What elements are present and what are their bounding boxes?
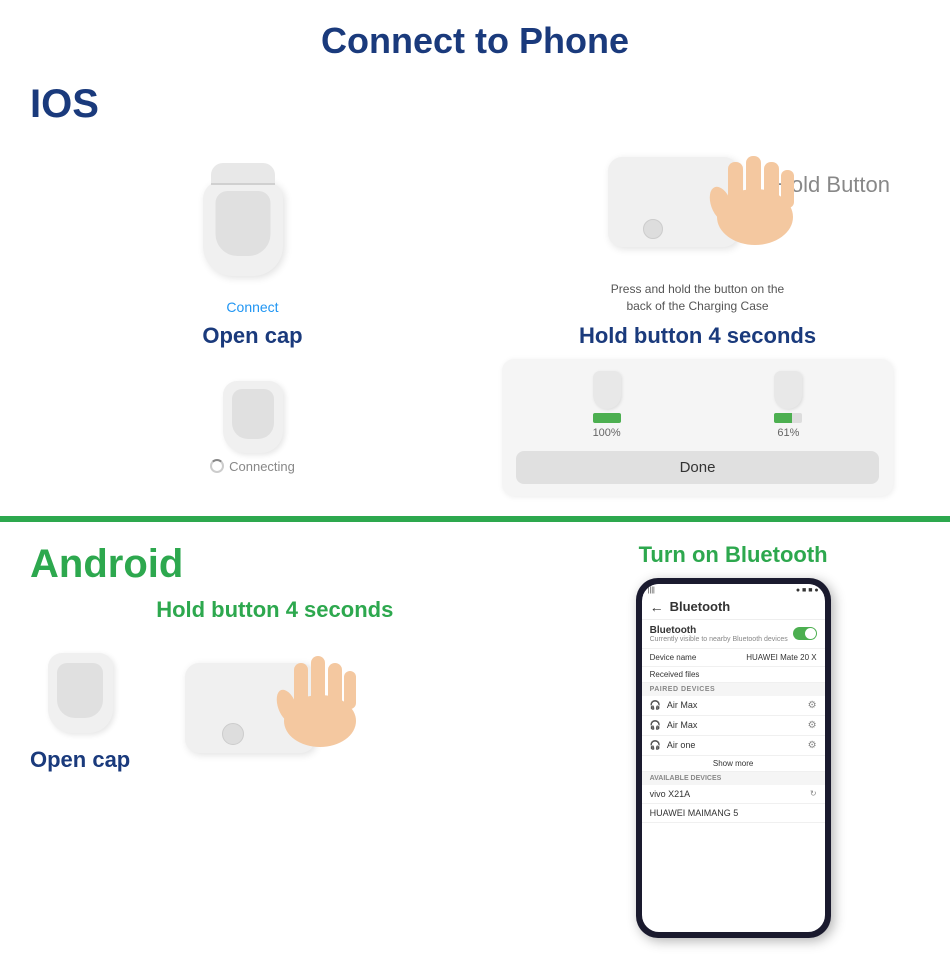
headphones-icon-2: 🎧: [650, 720, 661, 730]
ios-step-open-cap: Connect Open cap: [52, 181, 453, 349]
pod-shape-left: [593, 371, 621, 409]
airpods-case-open-illustration: [203, 181, 303, 291]
connecting-spinner: [210, 459, 224, 473]
airpods-case: [203, 181, 283, 276]
paired-device-1: 🎧 Air Max ⚙: [642, 696, 825, 716]
battery-fill-100: [593, 413, 621, 423]
bt-sub-label: Currently visible to nearby Bluetooth de…: [650, 636, 788, 643]
paired-device-2: 🎧 Air Max ⚙: [642, 716, 825, 736]
phone-time: ● ■ ■ ●: [796, 587, 819, 594]
ios-label: IOS: [30, 82, 920, 127]
android-hold-step: [170, 633, 370, 773]
android-left-col: Android Hold button 4 seconds Open cap: [30, 542, 520, 773]
battery-pct-61: 61%: [777, 427, 799, 439]
gear-icon-1[interactable]: ⚙: [808, 700, 817, 711]
pd-name-3: Air one: [667, 740, 696, 750]
headphones-icon-3: 🎧: [650, 740, 661, 750]
phone-screen: |||| ● ■ ■ ● ← Bluetooth Bluetooth Curre…: [642, 584, 825, 932]
back-arrow-icon: ←: [650, 599, 664, 615]
connecting-label: Connecting: [210, 459, 295, 474]
pd-name-1: Air Max: [667, 700, 698, 710]
pod-left: 100%: [593, 371, 621, 439]
hold-button-title: Hold button 4 seconds: [579, 323, 816, 349]
android-right-col: Turn on Bluetooth |||| ● ■ ■ ● ← Bluetoo…: [546, 542, 920, 938]
gear-icon-2[interactable]: ⚙: [808, 720, 817, 731]
bt-main-label: Bluetooth: [650, 625, 788, 636]
airpods-case-inner: [215, 191, 270, 256]
headphones-icon-1: 🎧: [650, 700, 661, 710]
hand-case-container: [588, 137, 808, 277]
device-name-val: HUAWEI Mate 20 X: [746, 653, 816, 662]
open-cap-title: Open cap: [202, 323, 302, 349]
available-devices-header: AVAILABLE DEVICES: [642, 772, 825, 785]
case-button-android: [222, 723, 244, 745]
turn-on-bluetooth-label: Turn on Bluetooth: [639, 542, 828, 568]
press-desc: Press and hold the button on the back of…: [611, 281, 784, 315]
android-steps-row: Open cap: [30, 633, 520, 773]
done-button[interactable]: Done: [516, 451, 880, 484]
available-device-2: HUAWEI MAIMANG 5: [642, 804, 825, 823]
android-hand-icon: [260, 633, 370, 753]
available-device-1: vivo X21A ↻: [642, 785, 825, 804]
pd-name-2: Air Max: [667, 720, 698, 730]
ios-section: IOS Hold Button Connect Open cap: [0, 72, 950, 519]
phone-status-bar: |||| ● ■ ■ ●: [642, 584, 825, 595]
android-section: Android Hold button 4 seconds Open cap: [0, 522, 950, 968]
case-button: [643, 219, 663, 239]
pod-shape-right: [774, 371, 802, 409]
avail-name-2: HUAWEI MAIMANG 5: [650, 808, 739, 818]
phone-signal: ||||: [648, 587, 655, 594]
bt-toggle-row: Bluetooth Currently visible to nearby Bl…: [642, 620, 825, 649]
android-open-cap-label: Open cap: [30, 747, 130, 773]
device-name-row: Device name HUAWEI Mate 20 X: [642, 649, 825, 667]
device-name-label: Device name: [650, 653, 697, 662]
android-hold-button-title: Hold button 4 seconds: [30, 597, 520, 623]
ios-connecting-screen: Connecting: [57, 381, 449, 474]
battery-bar-100: [593, 413, 621, 423]
pod-right: 61%: [774, 371, 802, 439]
gear-icon-3[interactable]: ⚙: [808, 740, 817, 751]
ios-top-row: Connect Open cap: [30, 137, 920, 349]
done-pods-row: 100% 61%: [516, 371, 880, 439]
android-hand-case: [170, 633, 370, 773]
paired-device-3: 🎧 Air one ⚙: [642, 736, 825, 756]
show-more[interactable]: Show more: [642, 756, 825, 772]
done-screen: 100% 61% Done: [502, 359, 894, 496]
avail-name-1: vivo X21A: [650, 789, 691, 799]
received-files: Received files: [642, 667, 825, 683]
page-title: Connect to Phone: [0, 0, 950, 72]
ios-bottom-row: Connecting 100% 61%: [30, 359, 920, 496]
bluetooth-toggle[interactable]: [793, 627, 817, 640]
phone-container: |||| ● ■ ■ ● ← Bluetooth Bluetooth Curre…: [636, 578, 831, 938]
paired-devices-header: PAIRED DEVICES: [642, 683, 825, 696]
battery-bar-61: [774, 413, 802, 423]
android-open-cap-step: Open cap: [30, 653, 130, 773]
phone-header: ← Bluetooth: [642, 595, 825, 620]
hand-icon: [688, 137, 808, 247]
connect-label: Connect: [226, 299, 278, 315]
avail-spinner-1: ↻: [810, 789, 817, 798]
airpods-case-small-inner: [232, 389, 274, 439]
airpods-case-android: [48, 653, 113, 733]
airpods-case-android-inner: [57, 663, 103, 718]
battery-fill-61: [774, 413, 791, 423]
android-label: Android: [30, 542, 520, 587]
battery-pct-100: 100%: [593, 427, 621, 439]
phone-bt-title: Bluetooth: [670, 599, 731, 614]
ios-step-hold-button: Press and hold the button on the back of…: [497, 137, 898, 349]
airpods-case-small: [223, 381, 283, 453]
bt-label-group: Bluetooth Currently visible to nearby Bl…: [650, 625, 788, 643]
